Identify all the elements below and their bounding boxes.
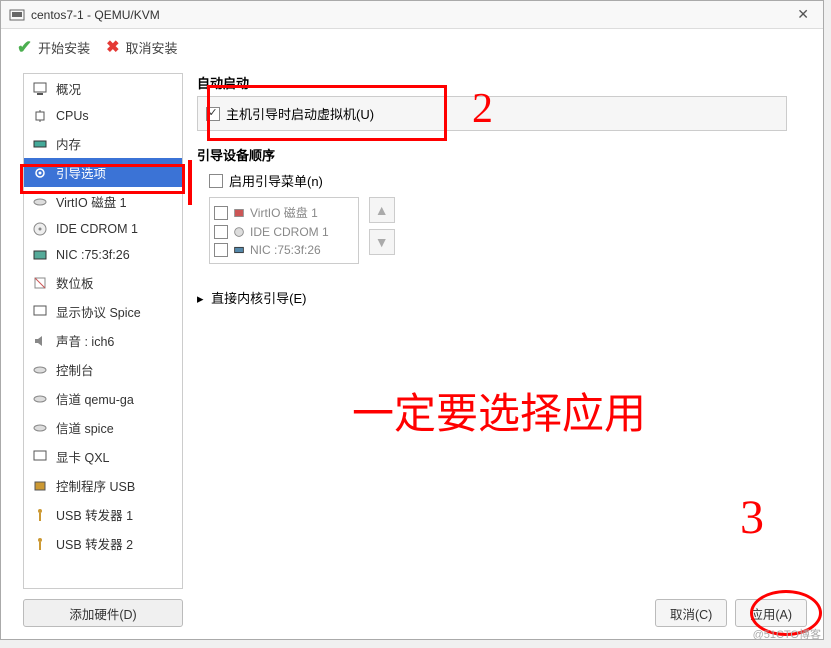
channel-icon <box>32 391 48 407</box>
sidebar-item-controller-usb[interactable]: 控制程序 USB <box>24 471 182 500</box>
display-icon <box>32 304 48 320</box>
autostart-checkbox-label: 主机引导时启动虚拟机(U) <box>226 104 374 123</box>
sidebar-item-channel-qemuga[interactable]: 信道 qemu-ga <box>24 384 182 413</box>
nic-icon <box>232 243 246 257</box>
cpu-icon <box>32 108 48 124</box>
cancel-install-button[interactable]: ✖ 取消安装 <box>106 37 177 57</box>
check-icon: ✔ <box>17 37 32 58</box>
usb-icon <box>32 507 48 523</box>
disk-icon <box>32 194 48 210</box>
usb-icon <box>32 536 48 552</box>
sound-icon <box>32 333 48 349</box>
sidebar-item-label: 控制程序 USB <box>56 476 135 495</box>
sidebar-item-overview[interactable]: 概况 <box>24 74 182 103</box>
boot-item-label: NIC :75:3f:26 <box>250 243 321 257</box>
gear-icon <box>32 165 48 181</box>
sidebar-item-label: CPUs <box>56 109 89 123</box>
sidebar-item-virtio-disk[interactable]: VirtIO 磁盘 1 <box>24 187 182 216</box>
autostart-box: 主机引导时启动虚拟机(U) <box>197 96 787 131</box>
cdrom-icon <box>32 221 48 237</box>
sidebar-item-label: 引导选项 <box>56 163 106 182</box>
checkbox-icon[interactable] <box>214 225 228 239</box>
nic-icon <box>32 247 48 263</box>
sidebar-item-cpus[interactable]: CPUs <box>24 103 182 129</box>
watermark: @51CTO博客 <box>753 626 821 642</box>
sidebar-item-label: USB 转发器 1 <box>56 505 133 524</box>
boot-device-list: VirtIO 磁盘 1 IDE CDROM 1 NIC :75:3f:26 <box>209 197 359 264</box>
video-icon <box>32 449 48 465</box>
sidebar-item-sound[interactable]: 声音 : ich6 <box>24 326 182 355</box>
cancel-install-label: 取消安装 <box>126 38 178 57</box>
sidebar-item-usb-redir-2[interactable]: USB 转发器 2 <box>24 529 182 558</box>
sidebar-item-console[interactable]: 控制台 <box>24 355 182 384</box>
boot-item-label: VirtIO 磁盘 1 <box>250 204 318 221</box>
sidebar-item-label: NIC :75:3f:26 <box>56 248 130 262</box>
checkbox-icon[interactable] <box>209 174 223 188</box>
boot-order-title: 引导设备顺序 <box>197 145 803 164</box>
sidebar-item-tablet[interactable]: 数位板 <box>24 268 182 297</box>
direct-kernel-boot-label: 直接内核引导(E) <box>211 291 306 306</box>
sidebar-item-ide-cdrom[interactable]: IDE CDROM 1 <box>24 216 182 242</box>
reorder-buttons: ▲ ▼ <box>369 197 395 255</box>
content-area: 概况 CPUs 内存 引导选项 VirtIO 磁盘 1 IDE CDROM 1 <box>1 65 823 589</box>
titlebar: centos7-1 - QEMU/KVM ✕ <box>1 1 823 29</box>
channel-icon <box>32 420 48 436</box>
cdrom-icon <box>232 225 246 239</box>
autostart-checkbox-row[interactable]: 主机引导时启动虚拟机(U) <box>206 101 778 126</box>
checkbox-icon[interactable] <box>214 243 228 257</box>
sidebar-item-usb-redir-1[interactable]: USB 转发器 1 <box>24 500 182 529</box>
start-install-label: 开始安装 <box>38 38 90 57</box>
sidebar-item-nic[interactable]: NIC :75:3f:26 <box>24 242 182 268</box>
footer: 添加硬件(D) 取消(C) 应用(A) <box>23 599 807 627</box>
enable-boot-menu-row[interactable]: 启用引导菜单(n) <box>209 168 803 193</box>
vm-icon <box>9 9 25 21</box>
disk-icon <box>232 206 246 220</box>
cancel-button[interactable]: 取消(C) <box>655 599 727 627</box>
move-down-button[interactable]: ▼ <box>369 229 395 255</box>
sidebar-item-memory[interactable]: 内存 <box>24 129 182 158</box>
expand-arrow-icon: ▸ <box>197 291 204 307</box>
sidebar-item-label: 内存 <box>56 134 81 153</box>
sidebar-item-channel-spice[interactable]: 信道 spice <box>24 413 182 442</box>
move-up-button[interactable]: ▲ <box>369 197 395 223</box>
tablet-icon <box>32 275 48 291</box>
direct-kernel-boot-expander[interactable]: ▸ 直接内核引导(E) <box>197 288 803 307</box>
sidebar-item-label: 显卡 QXL <box>56 447 110 466</box>
checkbox-icon[interactable] <box>214 206 228 220</box>
boot-item-label: IDE CDROM 1 <box>250 225 329 239</box>
apply-button[interactable]: 应用(A) <box>735 599 807 627</box>
sidebar-item-label: 控制台 <box>56 360 94 379</box>
sidebar-item-label: 信道 qemu-ga <box>56 389 134 408</box>
autostart-title: 自动启动 <box>197 73 803 92</box>
sidebar-item-video-qxl[interactable]: 显卡 QXL <box>24 442 182 471</box>
sidebar-item-label: 概况 <box>56 79 81 98</box>
sidebar-item-label: 声音 : ich6 <box>56 331 114 350</box>
usb-controller-icon <box>32 478 48 494</box>
boot-item[interactable]: IDE CDROM 1 <box>214 223 354 241</box>
memory-icon <box>32 136 48 152</box>
boot-item[interactable]: NIC :75:3f:26 <box>214 241 354 259</box>
add-hardware-button[interactable]: 添加硬件(D) <box>23 599 183 627</box>
sidebar-item-label: 显示协议 Spice <box>56 302 141 321</box>
sidebar-item-label: IDE CDROM 1 <box>56 222 138 236</box>
sidebar: 概况 CPUs 内存 引导选项 VirtIO 磁盘 1 IDE CDROM 1 <box>23 73 183 589</box>
monitor-icon <box>32 81 48 97</box>
sidebar-item-label: USB 转发器 2 <box>56 534 133 553</box>
sidebar-item-boot-options[interactable]: 引导选项 <box>24 158 182 187</box>
checkbox-icon[interactable] <box>206 107 220 121</box>
x-icon: ✖ <box>106 37 119 57</box>
sidebar-item-label: VirtIO 磁盘 1 <box>56 192 127 211</box>
start-install-button[interactable]: ✔ 开始安装 <box>17 37 90 58</box>
main-panel: 自动启动 主机引导时启动虚拟机(U) 引导设备顺序 启用引导菜单(n) Virt… <box>193 73 807 589</box>
window-title: centos7-1 - QEMU/KVM <box>31 8 791 22</box>
vm-settings-window: centos7-1 - QEMU/KVM ✕ ✔ 开始安装 ✖ 取消安装 概况 … <box>0 0 824 640</box>
sidebar-item-display-spice[interactable]: 显示协议 Spice <box>24 297 182 326</box>
sidebar-item-label: 数位板 <box>56 273 94 292</box>
toolbar: ✔ 开始安装 ✖ 取消安装 <box>1 29 823 65</box>
sidebar-item-label: 信道 spice <box>56 418 114 437</box>
boot-item[interactable]: VirtIO 磁盘 1 <box>214 202 354 223</box>
console-icon <box>32 362 48 378</box>
enable-boot-menu-label: 启用引导菜单(n) <box>229 171 323 190</box>
close-icon[interactable]: ✕ <box>791 6 815 23</box>
